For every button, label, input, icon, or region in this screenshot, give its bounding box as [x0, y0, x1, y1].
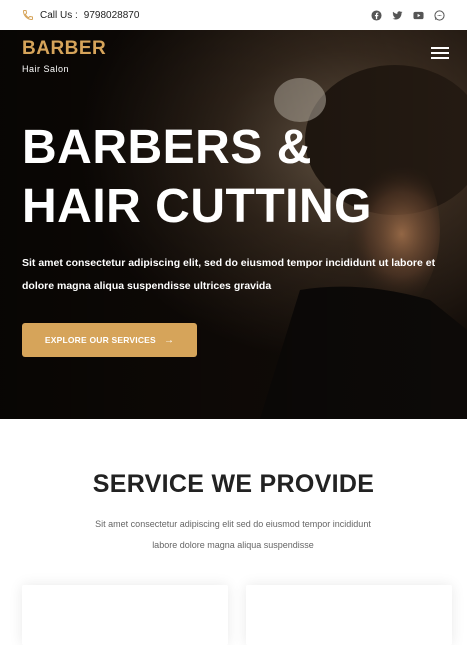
brand-logo[interactable]: BARBER Hair Salon [22, 38, 106, 74]
service-card[interactable] [22, 585, 228, 645]
hero-section: BARBER Hair Salon BARBERS & HAIR CUTTING… [0, 30, 467, 419]
twitter-icon[interactable] [392, 10, 403, 21]
explore-services-button[interactable]: EXPLORE OUR SERVICES → [22, 323, 197, 357]
services-section: SERVICE WE PROVIDE Sit amet consectetur … [0, 419, 467, 645]
hero-title: BARBERS & HAIR CUTTING [22, 118, 372, 236]
top-bar: Call Us : 9798028870 [0, 0, 467, 30]
brand-name: BARBER [22, 38, 107, 59]
phone-icon [22, 10, 33, 21]
phone-number[interactable]: 9798028870 [84, 10, 140, 21]
call-info[interactable]: Call Us : 9798028870 [22, 9, 139, 21]
hero-description: Sit amet consectetur adipiscing elit, se… [22, 257, 436, 292]
whatsapp-icon[interactable] [434, 9, 445, 21]
hero-title-line-1: BARBERS & [22, 121, 312, 174]
youtube-icon[interactable] [413, 10, 424, 21]
services-description: Sit amet consectetur adipiscing elit sed… [95, 519, 371, 550]
menu-icon[interactable] [431, 47, 449, 61]
brand-tagline: Hair Salon [22, 64, 70, 74]
facebook-icon[interactable] [371, 9, 382, 21]
service-card[interactable] [246, 585, 452, 645]
explore-services-label: EXPLORE OUR SERVICES [44, 335, 156, 345]
services-title: SERVICE WE PROVIDE [92, 470, 375, 498]
hero-title-line-2: HAIR CUTTING [22, 180, 372, 233]
call-label: Call Us : [40, 9, 78, 21]
social-links [371, 9, 445, 21]
arrow-right-icon: → [163, 334, 175, 346]
